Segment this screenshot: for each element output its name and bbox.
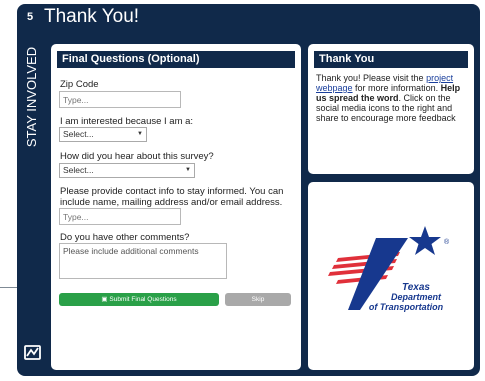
logo-line2: Department: [391, 292, 442, 302]
stay-involved-text: STAY INVOLVED: [24, 46, 39, 148]
thank-you-heading: Thank You: [314, 51, 468, 68]
logo-line3: of Transportation: [369, 302, 444, 312]
stay-involved-label: STAY INVOLVED: [24, 34, 40, 160]
contact-input[interactable]: [59, 208, 181, 225]
comments-label: Do you have other comments?: [60, 232, 190, 243]
zip-input[interactable]: [59, 91, 181, 108]
thank-you-after-link: for more information.: [352, 83, 439, 93]
star-icon: [409, 226, 441, 255]
page-title: Thank You!: [44, 6, 140, 27]
final-questions-heading: Final Questions (Optional): [57, 51, 295, 68]
zip-label: Zip Code: [60, 79, 99, 90]
step-number: 5: [26, 11, 34, 23]
skip-button[interactable]: Skip: [225, 293, 291, 306]
thank-you-intro: Thank you! Please visit the: [316, 73, 427, 83]
interest-select-value: Select...: [63, 129, 94, 139]
dropdown-arrow-icon: ▼: [137, 131, 143, 137]
txdot-logo: ® Texas Department of Transportation: [328, 226, 450, 312]
final-questions-panel: Final Questions (Optional) Zip Code I am…: [51, 44, 301, 370]
thank-you-text: Thank you! Please visit the project webp…: [316, 73, 468, 123]
interest-select[interactable]: Select... ▼: [59, 127, 147, 142]
map-logo-icon: [24, 345, 41, 360]
heard-select[interactable]: Select... ▼: [59, 163, 195, 178]
comments-textarea[interactable]: Please include additional comments: [59, 243, 227, 279]
logo-panel: ® Texas Department of Transportation: [308, 182, 474, 370]
submit-label: Submit Final Questions: [109, 296, 177, 303]
submit-final-questions-button[interactable]: ▣ Submit Final Questions: [59, 293, 219, 306]
contact-label: Please provide contact info to stay info…: [60, 186, 284, 208]
interest-label: I am interested because I am a:: [60, 116, 194, 127]
heard-label: How did you hear about this survey?: [60, 151, 214, 162]
registered-mark: ®: [444, 238, 450, 246]
thank-you-panel: Thank You Thank you! Please visit the pr…: [308, 44, 474, 174]
dropdown-arrow-icon: ▼: [185, 167, 191, 173]
heard-select-value: Select...: [63, 165, 94, 175]
